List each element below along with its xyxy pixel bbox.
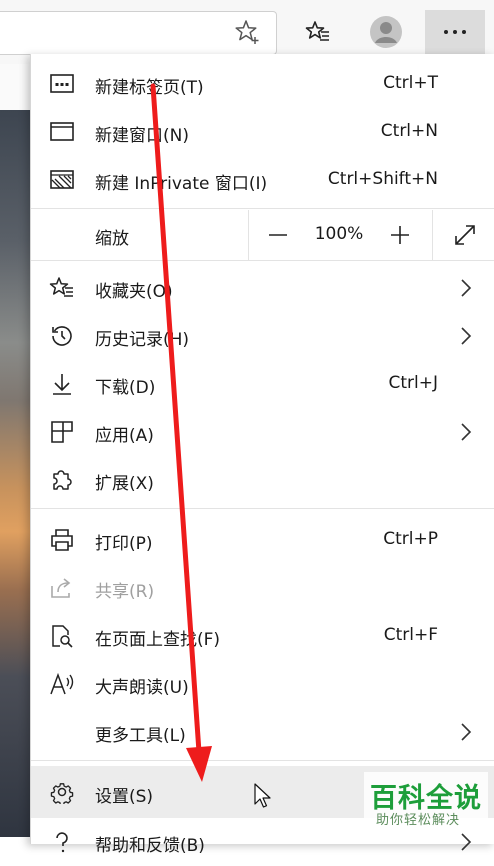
settings-and-more-button[interactable] xyxy=(425,10,485,54)
page-header-area xyxy=(0,64,30,110)
menu-item-label: 更多工具(L) xyxy=(95,726,186,746)
fullscreen-button[interactable] xyxy=(449,220,481,250)
menu-item-label: 下载(D) xyxy=(95,378,156,398)
menu-item-label: 共享(R) xyxy=(95,582,155,602)
menu-divider xyxy=(31,508,494,509)
settings-menu: 新建标签页(T) Ctrl+T 新建窗口(N) Ctrl+N 新建 InPriv… xyxy=(30,54,494,856)
share-icon xyxy=(49,576,75,600)
zoom-label: 缩放 xyxy=(95,229,129,249)
menu-item-shortcut: Ctrl+F xyxy=(383,625,438,645)
chevron-right-icon xyxy=(461,833,472,851)
page-photo xyxy=(0,110,30,837)
favorites-icon xyxy=(49,276,75,300)
zoom-value: 100% xyxy=(314,224,364,244)
menu-item-label: 在页面上查找(F) xyxy=(95,630,221,650)
chevron-right-icon xyxy=(461,723,472,741)
chevron-right-icon xyxy=(461,327,472,345)
menu-item-apps[interactable]: 应用(A) xyxy=(31,408,494,456)
inprivate-icon xyxy=(49,168,75,192)
menu-item-label: 打印(P) xyxy=(95,534,153,554)
mouse-cursor-icon xyxy=(254,783,271,808)
menu-item-shortcut: Ctrl+Shift+N xyxy=(327,169,438,189)
menu-item-label: 收藏夹(O) xyxy=(95,282,173,302)
apps-icon xyxy=(49,420,75,444)
menu-item-share[interactable]: 共享(R) xyxy=(31,564,494,612)
plus-icon xyxy=(391,226,409,244)
menu-divider xyxy=(31,208,494,209)
more-icon xyxy=(444,30,466,34)
menu-item-print[interactable]: 打印(P) Ctrl+P xyxy=(31,516,494,564)
menu-item-history[interactable]: 历史记录(H) xyxy=(31,312,494,360)
menu-divider xyxy=(31,260,494,261)
zoom-row: 缩放 100% xyxy=(31,210,494,260)
menu-item-label: 大声朗读(U) xyxy=(95,678,189,698)
menu-item-extensions[interactable]: 扩展(X) xyxy=(31,456,494,504)
favorites-button[interactable] xyxy=(288,10,348,54)
menu-item-new-tab[interactable]: 新建标签页(T) Ctrl+T xyxy=(31,60,494,108)
menu-item-label: 应用(A) xyxy=(95,426,154,446)
menu-item-label: 新建窗口(N) xyxy=(95,126,189,146)
watermark: 百科全说 助你轻松解决 xyxy=(364,772,488,830)
menu-item-shortcut: Ctrl+T xyxy=(383,73,438,93)
menu-item-label: 新建 InPrivate 窗口(I) xyxy=(95,174,268,194)
menu-item-label: 帮助和反馈(B) xyxy=(95,836,205,856)
printer-icon xyxy=(49,528,75,552)
favorites-list-icon xyxy=(305,21,329,41)
page-background xyxy=(0,64,30,837)
menu-item-read-aloud[interactable]: 大声朗读(U) xyxy=(31,660,494,708)
menu-item-more-tools[interactable]: 更多工具(L) xyxy=(31,708,494,756)
chevron-right-icon xyxy=(461,279,472,297)
zoom-out-button[interactable] xyxy=(262,220,294,250)
menu-item-label: 新建标签页(T) xyxy=(95,78,204,98)
read-aloud-icon xyxy=(49,672,75,696)
zoom-divider xyxy=(432,210,433,260)
add-favorite-button[interactable] xyxy=(218,10,278,54)
profile-icon xyxy=(370,16,402,48)
menu-item-downloads[interactable]: 下载(D) Ctrl+J xyxy=(31,360,494,408)
menu-item-shortcut: Ctrl+P xyxy=(383,529,438,549)
menu-item-shortcut: Ctrl+N xyxy=(380,121,438,141)
menu-item-label: 设置(S) xyxy=(95,787,154,807)
menu-item-find[interactable]: 在页面上查找(F) Ctrl+F xyxy=(31,612,494,660)
zoom-in-button[interactable] xyxy=(384,220,416,250)
zoom-divider xyxy=(248,210,249,260)
find-in-page-icon xyxy=(49,624,75,648)
new-tab-icon xyxy=(49,72,75,96)
menu-item-shortcut: Ctrl+J xyxy=(388,373,438,393)
menu-item-label: 扩展(X) xyxy=(95,474,154,494)
menu-item-new-window[interactable]: 新建窗口(N) Ctrl+N xyxy=(31,108,494,156)
star-plus-icon xyxy=(235,20,259,44)
profile-button[interactable] xyxy=(356,10,416,54)
menu-item-new-inprivate[interactable]: 新建 InPrivate 窗口(I) Ctrl+Shift+N xyxy=(31,156,494,204)
help-icon xyxy=(49,830,75,854)
chevron-right-icon xyxy=(461,423,472,441)
menu-divider xyxy=(31,760,494,761)
download-icon xyxy=(49,372,75,396)
history-icon xyxy=(49,324,75,348)
minus-icon xyxy=(269,234,287,236)
menu-item-label: 历史记录(H) xyxy=(95,330,190,350)
puzzle-icon xyxy=(49,468,75,492)
gear-icon xyxy=(49,780,75,804)
new-window-icon xyxy=(49,120,75,144)
menu-item-favorites[interactable]: 收藏夹(O) xyxy=(31,264,494,312)
fullscreen-icon xyxy=(455,225,475,245)
watermark-subtitle: 助你轻松解决 xyxy=(376,813,461,828)
